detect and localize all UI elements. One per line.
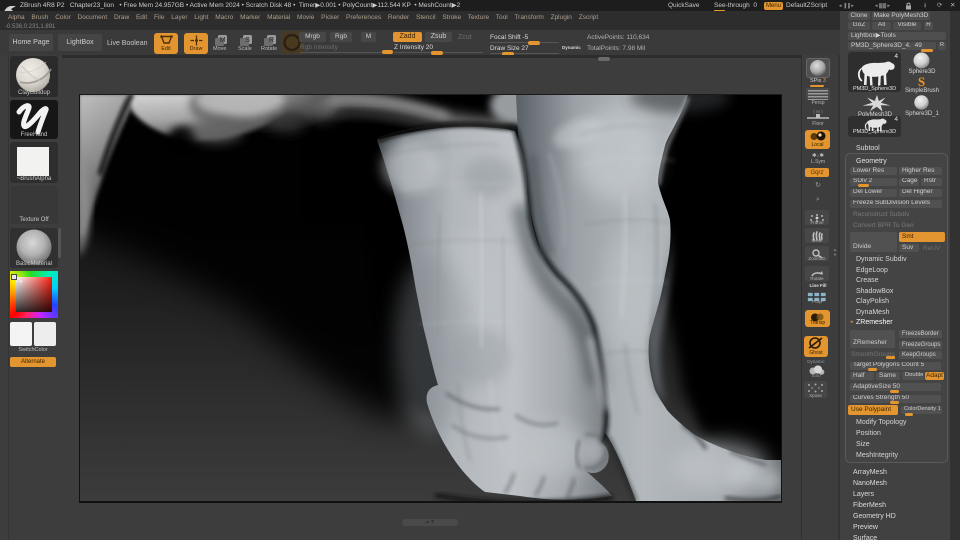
svg-text:M: M [220, 37, 226, 44]
svg-text:R: R [269, 37, 274, 44]
svg-text:S: S [245, 37, 250, 44]
